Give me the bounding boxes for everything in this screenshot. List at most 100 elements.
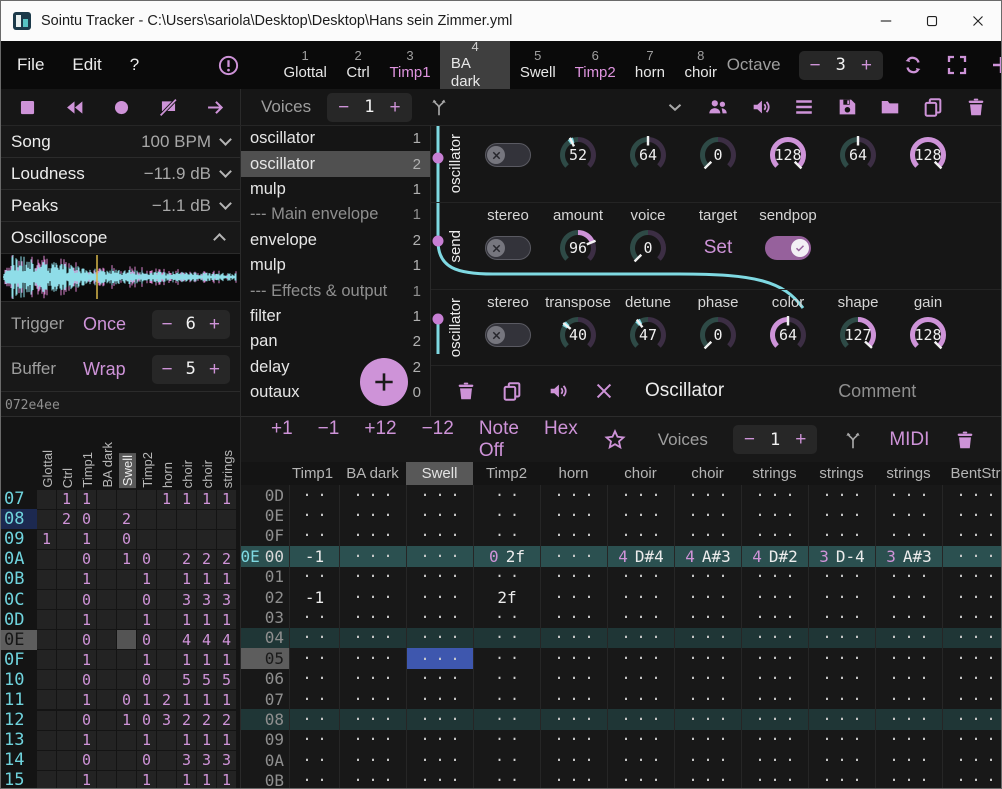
order-cell[interactable]: 1 (77, 490, 96, 509)
order-cell[interactable]: 2 (177, 711, 196, 730)
knob-voice[interactable]: 0 (626, 225, 670, 271)
order-cell[interactable] (57, 731, 76, 750)
order-cell[interactable] (97, 630, 116, 649)
order-cell[interactable]: 3 (157, 711, 176, 730)
order-cell[interactable] (97, 650, 116, 669)
order-cell[interactable] (57, 570, 76, 589)
expand-icon[interactable] (945, 53, 969, 77)
order-cell[interactable] (57, 610, 76, 629)
order-cell[interactable] (37, 670, 56, 689)
pattern-cell[interactable]: ··· (674, 505, 741, 525)
pattern-cell[interactable]: ··· (540, 669, 607, 689)
order-cell[interactable]: 0 (137, 550, 156, 569)
tab-track-ba-dark[interactable]: 4BA dark (440, 41, 510, 89)
pattern-cell[interactable]: ··· (674, 607, 741, 627)
pattern-cell[interactable]: ··· (741, 628, 808, 648)
order-cell[interactable]: 2 (217, 550, 236, 569)
pattern-cell[interactable]: ··· (339, 689, 406, 709)
order-cell[interactable] (57, 530, 76, 549)
order-cell[interactable]: 1 (77, 690, 96, 709)
users-icon[interactable] (707, 96, 729, 118)
pattern-cell[interactable]: ··· (540, 485, 607, 505)
knob-64[interactable]: 64 (626, 132, 670, 178)
order-cell[interactable]: 1 (117, 550, 136, 569)
pattern-cell[interactable]: ··· (741, 567, 808, 587)
pattern-cell[interactable]: ··· (741, 648, 808, 668)
pattern-track-header-timp1[interactable]: Timp1 (289, 462, 339, 485)
pattern-cell[interactable]: ··· (540, 709, 607, 729)
order-cell[interactable] (97, 751, 116, 770)
minimize-icon[interactable] (863, 1, 909, 41)
pattern-cell[interactable]: ··· (406, 648, 473, 668)
pattern-button-+12[interactable]: +12 (364, 418, 396, 462)
pattern-cell[interactable]: ··· (406, 546, 473, 566)
pattern-track-header-horn[interactable]: horn (540, 462, 607, 485)
order-cell[interactable] (57, 771, 76, 789)
pattern-cell[interactable]: ··· (741, 730, 808, 750)
pattern-cell[interactable]: ··· (607, 485, 674, 505)
order-cell[interactable]: 4 (177, 630, 196, 649)
pattern-cell[interactable]: ··· (540, 567, 607, 587)
pattern-cell[interactable]: 4A#3 (674, 546, 741, 566)
knob-color[interactable]: 64 (766, 312, 810, 358)
pattern-cell[interactable]: ··· (540, 730, 607, 750)
order-cell[interactable]: 1 (177, 690, 196, 709)
pattern-cell[interactable]: ··· (607, 526, 674, 546)
pattern-cell[interactable]: ··· (674, 587, 741, 607)
warning-icon[interactable] (217, 54, 240, 77)
pattern-cell[interactable]: ··· (540, 607, 607, 627)
order-cell[interactable] (37, 690, 56, 709)
pattern-cell[interactable]: ··· (741, 709, 808, 729)
pattern-cell[interactable]: ··· (808, 485, 875, 505)
order-cell[interactable] (117, 670, 136, 689)
unit-list-item-oscillator[interactable]: oscillator2 (241, 151, 430, 176)
order-cell[interactable] (117, 570, 136, 589)
pattern-cell[interactable]: ··· (741, 607, 808, 627)
unit-list-item-mulp[interactable]: mulp1 (241, 177, 430, 202)
set-target-button[interactable]: Set (704, 237, 733, 259)
order-cell[interactable] (157, 570, 176, 589)
order-cell[interactable]: 0 (137, 630, 156, 649)
pattern-cell[interactable]: ··· (674, 526, 741, 546)
pattern-cell[interactable]: ··· (942, 546, 1001, 566)
pattern-track-header-strings[interactable]: strings (741, 462, 808, 485)
order-cell[interactable] (157, 751, 176, 770)
order-cell[interactable]: 1 (217, 650, 236, 669)
order-cell[interactable]: 1 (157, 490, 176, 509)
order-cell[interactable] (137, 510, 156, 529)
order-cell[interactable]: 1 (177, 731, 196, 750)
trash-icon[interactable] (954, 429, 976, 451)
order-cell[interactable] (37, 731, 56, 750)
pattern-cell[interactable]: ··· (607, 607, 674, 627)
pattern-cell[interactable]: ··· (607, 709, 674, 729)
pattern-cell[interactable]: ··· (942, 485, 1001, 505)
pattern-cell[interactable]: ·· (473, 485, 540, 505)
pattern-cell[interactable]: ··· (406, 628, 473, 648)
speaker-icon[interactable] (750, 96, 772, 118)
unit-list-item-mulp[interactable]: mulp1 (241, 253, 430, 278)
pattern-cell[interactable]: ··· (875, 648, 942, 668)
stop-icon[interactable] (17, 97, 38, 118)
order-cell[interactable] (37, 630, 56, 649)
pattern-cell[interactable]: ··· (607, 648, 674, 668)
copy-icon[interactable] (922, 96, 944, 118)
unit-list-item-filter[interactable]: filter1 (241, 304, 430, 329)
pattern-cell[interactable]: ··· (875, 567, 942, 587)
save-icon[interactable] (836, 96, 858, 118)
order-cell[interactable] (117, 630, 136, 649)
pattern-cell[interactable]: ··· (674, 689, 741, 709)
pattern-cell[interactable]: ··· (875, 628, 942, 648)
split-icon[interactable] (428, 96, 450, 118)
order-cell[interactable] (37, 771, 56, 789)
pattern-cell[interactable]: ·· (289, 567, 339, 587)
pattern-cell[interactable]: ··· (540, 648, 607, 668)
order-cell[interactable]: 1 (37, 530, 56, 549)
pattern-cell[interactable]: ··· (540, 526, 607, 546)
order-cell[interactable] (117, 771, 136, 789)
pattern-cell[interactable]: ··· (406, 485, 473, 505)
follow-off-icon[interactable] (158, 97, 179, 118)
menu-item-file[interactable]: File (17, 55, 44, 75)
order-cell[interactable] (97, 510, 116, 529)
star-icon[interactable] (603, 428, 627, 452)
menu-icon[interactable] (793, 96, 815, 118)
